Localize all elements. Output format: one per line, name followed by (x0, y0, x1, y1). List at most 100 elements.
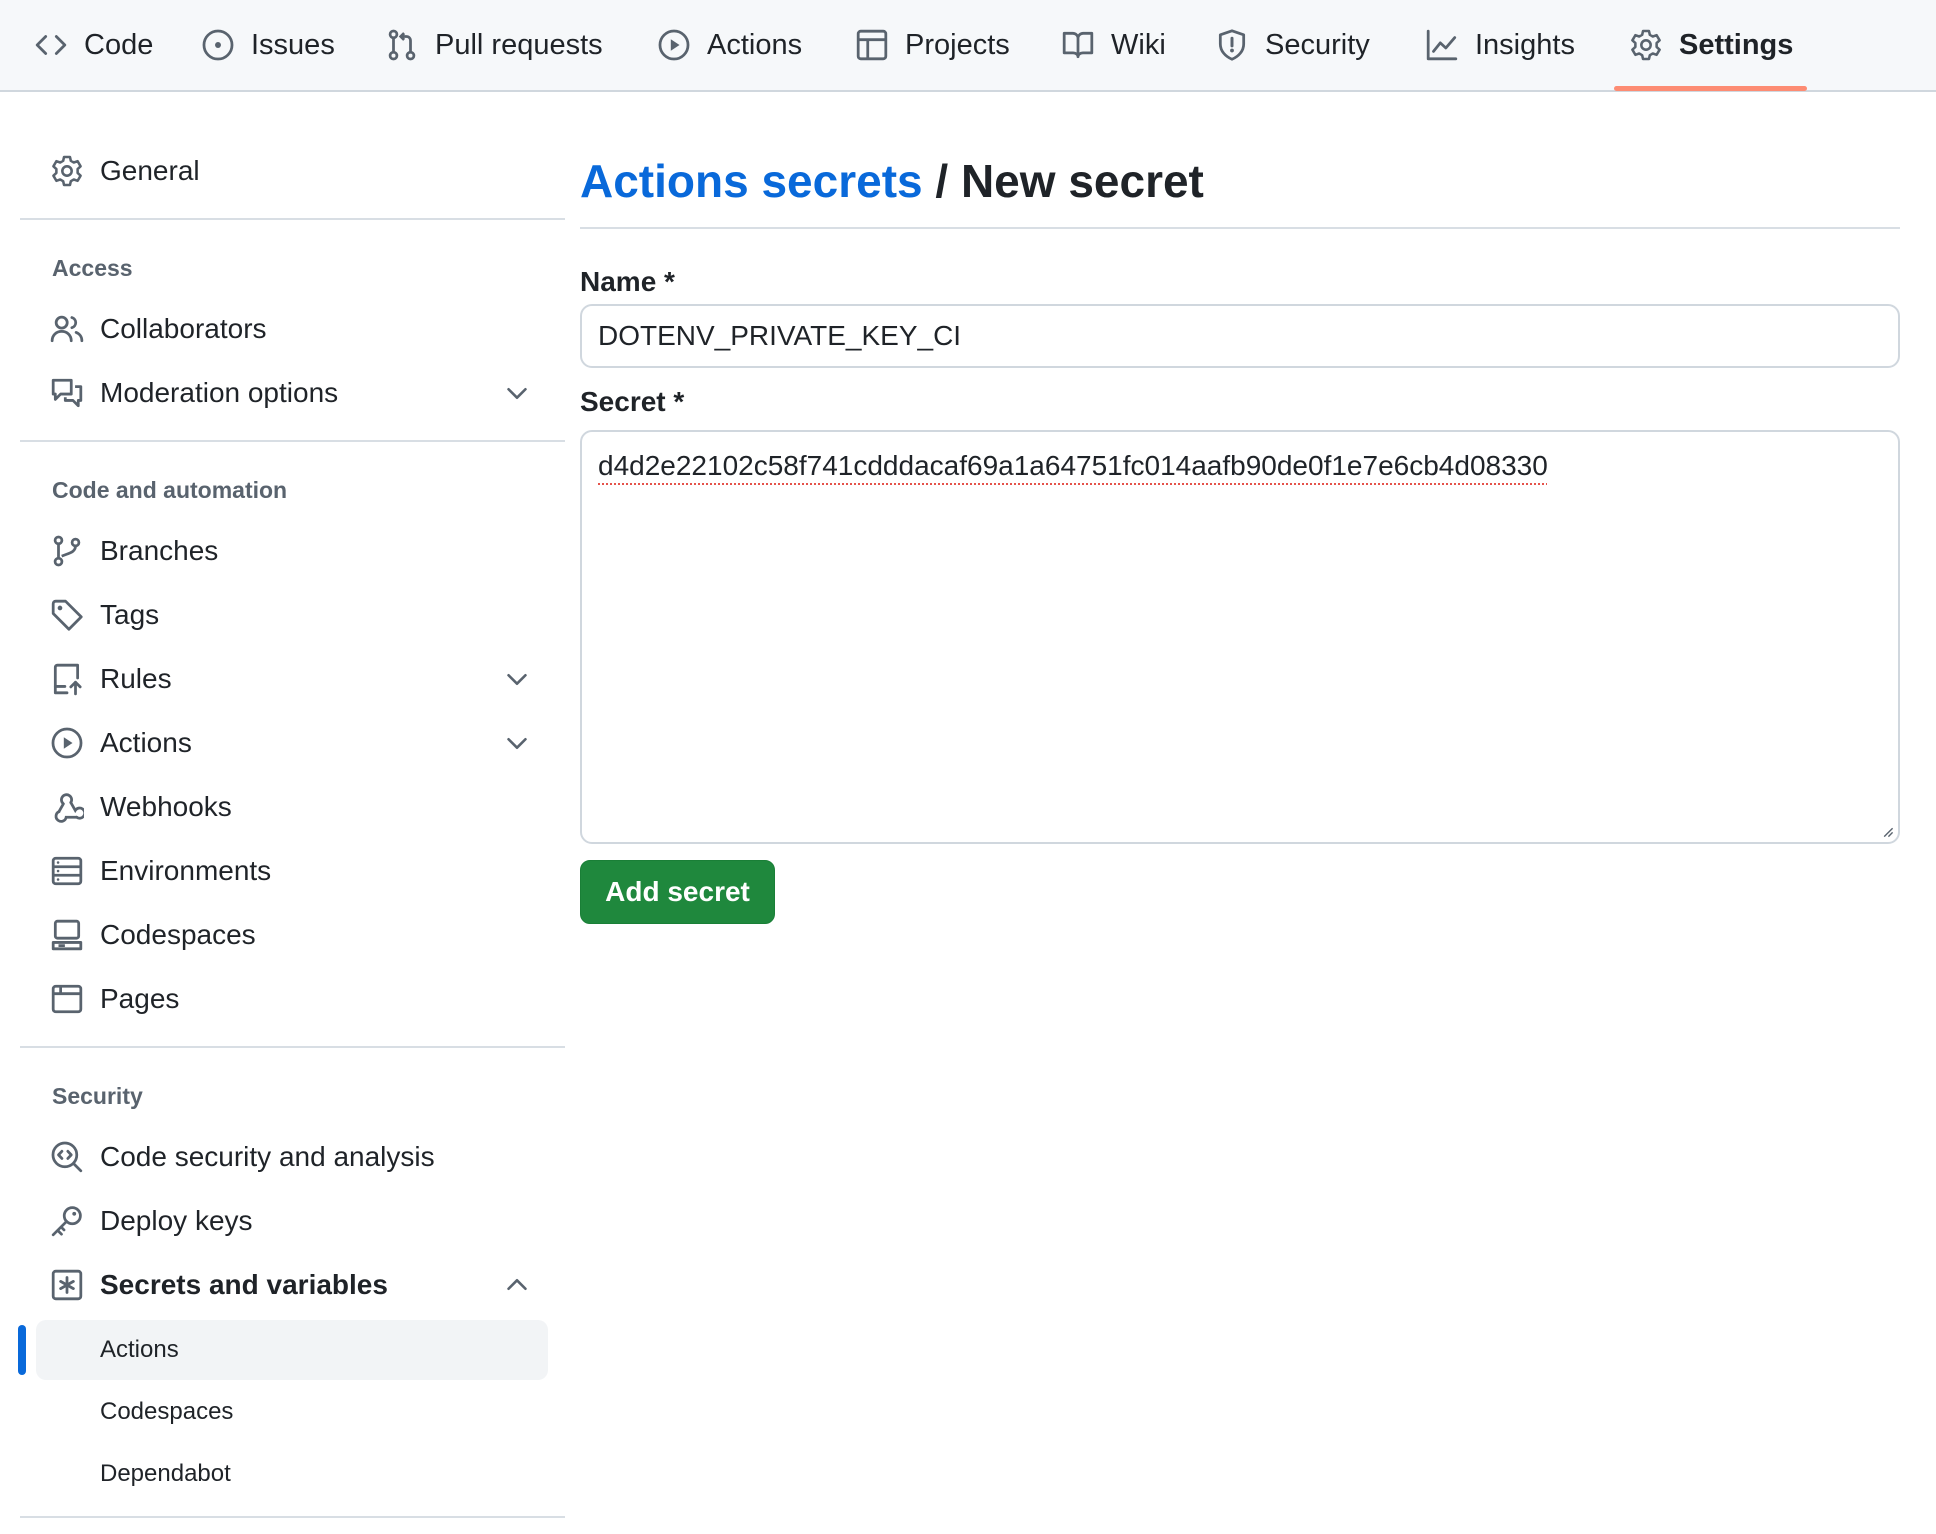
sidebar-item-label: Code security and analysis (100, 1141, 435, 1172)
sidebar-item-codespaces[interactable]: Codespaces (20, 907, 565, 963)
codescan-icon (51, 1141, 83, 1173)
tab-security[interactable]: Security (1215, 0, 1370, 90)
tab-settings-label: Settings (1679, 28, 1794, 61)
git-pull-request-icon (388, 29, 416, 61)
sidebar-item-tags[interactable]: Tags (20, 587, 565, 643)
name-label: Name * (580, 266, 675, 297)
repo-push-icon (53, 663, 82, 696)
sidebar-item-label: Secrets and variables (100, 1269, 388, 1300)
selected-item-marker (18, 1325, 26, 1375)
sidebar-item-secrets-and-variables[interactable]: Secrets and variables (20, 1257, 565, 1313)
chevron-down-icon[interactable] (502, 664, 532, 694)
tab-code[interactable]: Code (34, 0, 153, 90)
sidebar-divider (20, 1516, 565, 1518)
section-heading-code-and-automation: Code and automation (52, 477, 288, 503)
issue-opened-icon (202, 29, 234, 61)
secret-textarea[interactable]: d4d2e22102c58f741cdddacaf69a1a64751fc014… (580, 430, 1900, 844)
resize-handle-icon[interactable] (1880, 824, 1894, 838)
sidebar-item-label: Actions (100, 727, 192, 758)
tab-wiki[interactable]: Wiki (1061, 0, 1166, 90)
sidebar-divider (20, 440, 565, 442)
tab-actions-label: Actions (707, 28, 803, 61)
sidebar-divider (20, 218, 565, 220)
sidebar-divider (20, 1046, 565, 1048)
git-branch-icon (53, 535, 81, 567)
book-icon (1062, 31, 1094, 59)
tab-issues-label: Issues (251, 28, 335, 61)
section-heading-access: Access (52, 255, 133, 281)
key-icon (51, 1206, 82, 1237)
chevron-down-icon[interactable] (502, 378, 532, 408)
secret-label: Secret * (580, 386, 685, 417)
sidebar-item-label: Rules (100, 663, 172, 694)
tag-icon (51, 599, 83, 631)
shield-icon (1218, 29, 1246, 61)
tab-issues[interactable]: Issues (201, 0, 335, 90)
sidebar-subitem-label: Actions (100, 1336, 179, 1363)
tab-wiki-label: Wiki (1111, 28, 1166, 61)
sidebar-item-webhooks[interactable]: Webhooks (20, 779, 565, 835)
sidebar-item-label: Deploy keys (100, 1205, 253, 1236)
key-asterisk-icon (51, 1269, 83, 1301)
sidebar-subitem-dependabot[interactable]: Dependabot (36, 1444, 548, 1504)
server-icon (51, 856, 83, 886)
graph-icon (1426, 29, 1458, 61)
people-icon (50, 315, 84, 343)
sidebar-subitem-codespaces[interactable]: Codespaces (36, 1382, 548, 1442)
chevron-down-icon[interactable] (502, 728, 532, 758)
sidebar-item-label: Codespaces (100, 919, 256, 950)
table-icon (856, 29, 888, 61)
settings-sidebar: General Access Collaborators Moderation … (18, 92, 565, 1534)
tab-projects[interactable]: Projects (855, 0, 1010, 90)
sidebar-item-environments[interactable]: Environments (20, 843, 565, 899)
breadcrumb-separator: / (935, 155, 949, 207)
sidebar-item-code-security-and-analysis[interactable]: Code security and analysis (20, 1129, 565, 1185)
tab-code-label: Code (84, 28, 154, 61)
code-icon (35, 35, 67, 55)
sidebar-item-label: Webhooks (100, 791, 232, 822)
sidebar-item-label: General (100, 155, 200, 186)
active-tab-underline (1614, 86, 1807, 91)
tab-security-label: Security (1265, 28, 1370, 61)
sidebar-item-label: Moderation options (100, 377, 339, 408)
sidebar-item-actions[interactable]: Actions (20, 715, 565, 771)
sidebar-item-label: Collaborators (100, 313, 267, 344)
title-divider (580, 227, 1900, 229)
sidebar-subitem-label: Dependabot (100, 1460, 231, 1487)
breadcrumb-current: New secret (960, 155, 1204, 207)
breadcrumb-actions-secrets[interactable]: Actions secrets (580, 155, 923, 207)
sidebar-subitem-label: Codespaces (100, 1398, 234, 1425)
webhook-icon (54, 793, 84, 823)
sidebar-subitem-actions[interactable]: Actions (36, 1320, 548, 1380)
tab-actions[interactable]: Actions (657, 0, 802, 90)
sidebar-item-rules[interactable]: Rules (20, 651, 565, 707)
play-icon (51, 727, 83, 759)
comment-discussion-icon (51, 378, 83, 408)
sidebar-item-moderation-options[interactable]: Moderation options (20, 365, 565, 421)
tab-pull-requests[interactable]: Pull requests (385, 0, 603, 90)
sidebar-item-general[interactable]: General (20, 143, 565, 199)
tab-pull-requests-label: Pull requests (435, 28, 603, 61)
tab-insights[interactable]: Insights (1425, 0, 1575, 90)
sidebar-item-collaborators[interactable]: Collaborators (20, 301, 565, 357)
tab-insights-label: Insights (1475, 28, 1575, 61)
section-heading-security: Security (52, 1083, 143, 1109)
codespaces-icon (51, 919, 83, 951)
browser-icon (51, 984, 83, 1014)
tab-settings[interactable]: Settings (1629, 0, 1793, 90)
sidebar-item-label: Branches (100, 535, 219, 566)
sidebar-item-deploy-keys[interactable]: Deploy keys (20, 1193, 565, 1249)
sidebar-item-pages[interactable]: Pages (20, 971, 565, 1027)
sidebar-item-label: Pages (100, 983, 180, 1014)
sidebar-item-branches[interactable]: Branches (20, 523, 565, 579)
chevron-up-icon[interactable] (502, 1270, 532, 1300)
secret-value: d4d2e22102c58f741cdddacaf69a1a64751fc014… (598, 450, 1548, 481)
add-secret-button[interactable]: Add secret (580, 860, 775, 924)
name-input[interactable] (580, 304, 1900, 368)
sidebar-item-label: Tags (100, 599, 160, 630)
play-icon (658, 29, 690, 61)
sidebar-item-label: Environments (100, 855, 272, 886)
tab-projects-label: Projects (905, 28, 1010, 61)
repo-nav: Code Issues Pull requests Actions Projec… (0, 0, 1936, 92)
gear-icon (52, 155, 82, 187)
